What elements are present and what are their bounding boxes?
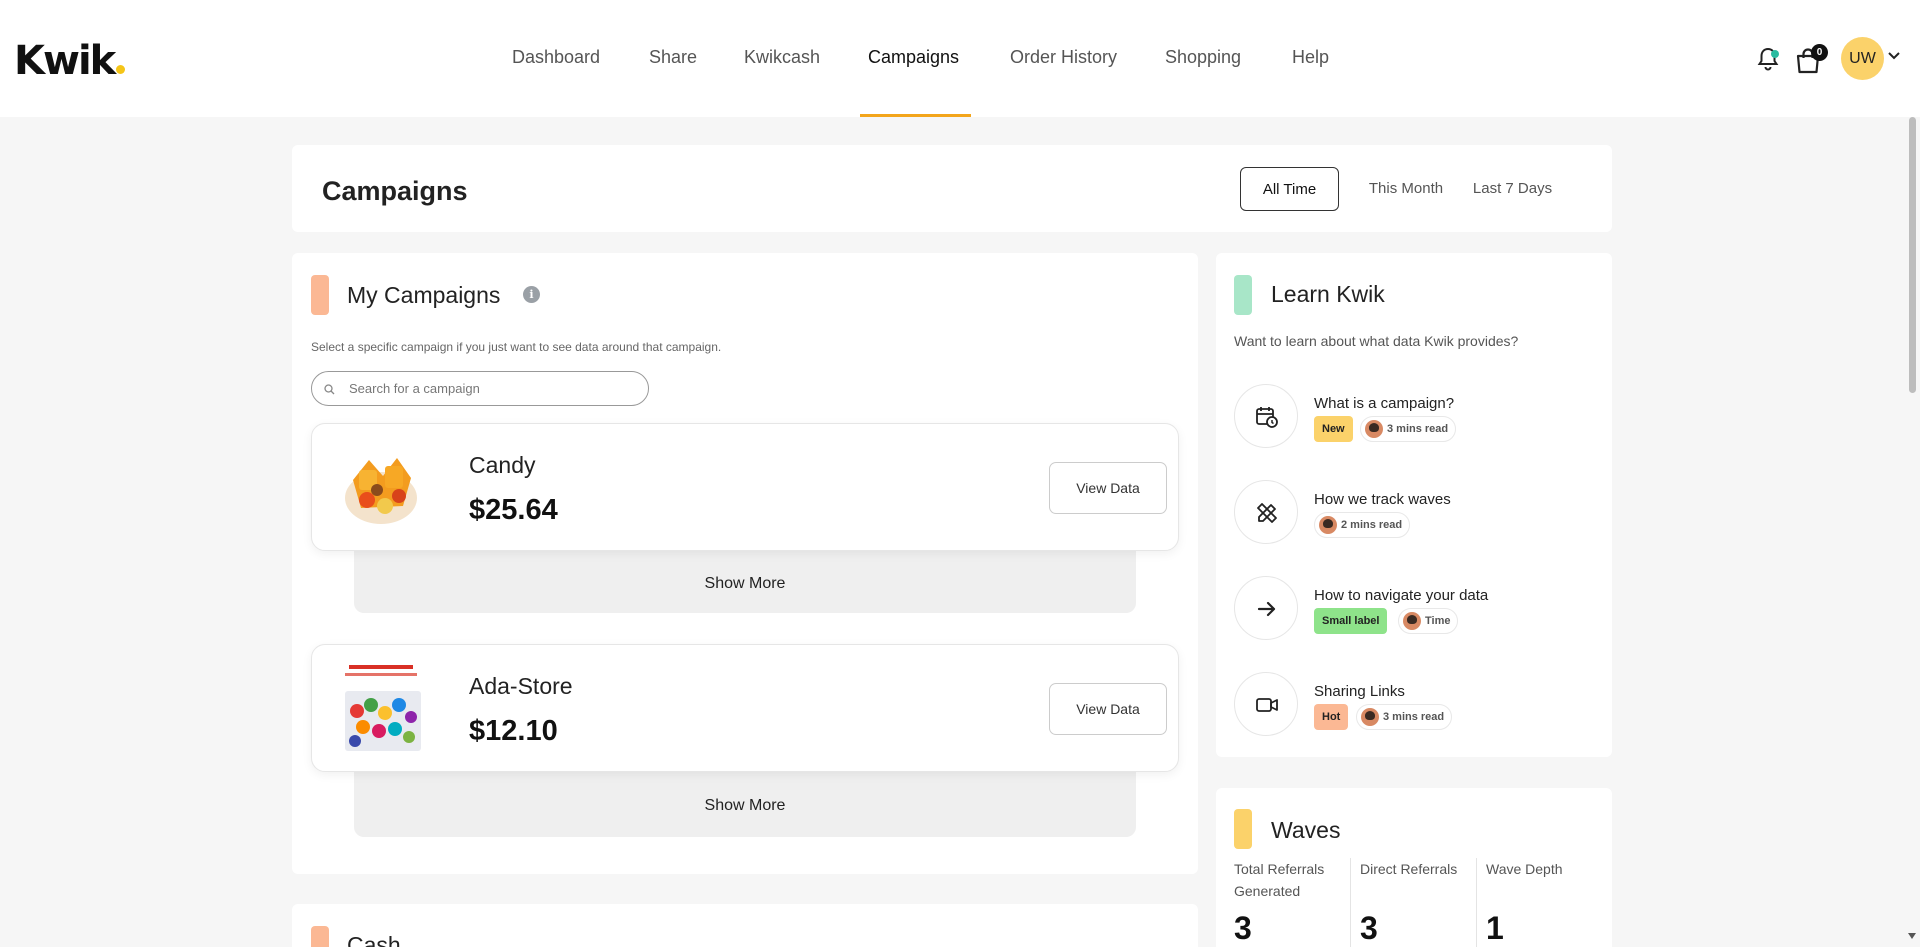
scrollbar-thumb[interactable]	[1909, 117, 1916, 393]
author-avatar	[1361, 708, 1379, 726]
arrow-right-icon	[1257, 601, 1276, 617]
search-icon	[324, 384, 335, 395]
small-label-tag: Small label	[1314, 608, 1388, 634]
learn-icon-circle	[1234, 480, 1298, 544]
learn-icon-circle	[1234, 672, 1298, 736]
campaign-name: Ada-Store	[469, 673, 573, 699]
view-data-button[interactable]: View Data	[1049, 462, 1167, 514]
campaign-search-field[interactable]	[311, 371, 649, 406]
ada-store-product-image	[339, 661, 423, 753]
cart-count-badge: 0	[1811, 44, 1828, 61]
campaign-card-ada-store[interactable]: Ada-Store $12.10 View Data	[311, 644, 1179, 772]
user-avatar[interactable]: UW	[1841, 37, 1884, 80]
stat-value-wave-depth: 1	[1486, 910, 1504, 946]
stat-divider	[1350, 858, 1351, 947]
nav-shopping[interactable]: Shopping	[1165, 47, 1241, 68]
read-time-pill: Time	[1398, 608, 1459, 634]
range-this-month-button[interactable]: This Month	[1362, 167, 1450, 211]
cash-title: Cash	[347, 932, 401, 947]
learn-item-sharing-links[interactable]: Sharing Links Hot 3 mins read	[1234, 672, 1574, 736]
author-avatar	[1319, 516, 1337, 534]
learn-kwik-marker	[1234, 275, 1252, 315]
waves-marker	[1234, 809, 1252, 849]
cash-marker	[311, 926, 329, 947]
learn-item-title: How to navigate your data	[1314, 587, 1489, 604]
campaign-amount: $12.10	[469, 715, 558, 747]
cash-card	[292, 904, 1198, 947]
nav-active-underline	[860, 114, 971, 117]
stat-value-direct-referrals: 3	[1360, 910, 1378, 946]
view-data-button[interactable]: View Data	[1049, 683, 1167, 735]
learn-kwik-title: Learn Kwik	[1271, 281, 1385, 307]
my-campaigns-marker	[311, 275, 329, 315]
learn-icon-circle	[1234, 384, 1298, 448]
hot-tag: Hot	[1314, 704, 1349, 730]
read-time: Time	[1425, 615, 1451, 627]
read-time-pill: 3 mins read	[1356, 704, 1453, 730]
my-campaigns-title: My Campaigns	[347, 282, 501, 308]
top-header: Kwik Dashboard Share Kwikcash Campaigns …	[0, 0, 1920, 117]
read-time: 3 mins read	[1387, 423, 1449, 435]
calendar-clock-icon	[1256, 407, 1278, 428]
campaign-search-input[interactable]	[349, 372, 639, 405]
author-avatar	[1365, 420, 1383, 438]
page-scrollbar[interactable]	[1904, 117, 1920, 947]
new-tag: New	[1314, 416, 1353, 442]
notifications-button[interactable]	[1756, 46, 1780, 77]
page-title: Campaigns	[322, 176, 468, 206]
notification-dot	[1771, 50, 1779, 58]
learn-item-title: What is a campaign?	[1314, 395, 1455, 412]
scroll-down-arrow-icon[interactable]	[1908, 933, 1916, 939]
waves-title: Waves	[1271, 817, 1341, 843]
info-icon[interactable]: i	[523, 286, 540, 303]
candy-product-image	[345, 458, 417, 524]
nav-campaigns[interactable]: Campaigns	[868, 47, 959, 68]
learn-item-title: How we track waves	[1314, 491, 1451, 508]
read-time-pill: 3 mins read	[1360, 416, 1457, 442]
nav-kwikcash[interactable]: Kwikcash	[744, 47, 820, 68]
range-all-time-button[interactable]: All Time	[1240, 167, 1339, 211]
learn-kwik-subtitle: Want to learn about what data Kwik provi…	[1234, 333, 1519, 349]
nav-share[interactable]: Share	[649, 47, 697, 68]
learn-item-title: Sharing Links	[1314, 683, 1405, 700]
nav-dashboard[interactable]: Dashboard	[512, 47, 600, 68]
video-icon	[1256, 698, 1278, 712]
read-time: 2 mins read	[1341, 519, 1403, 531]
nav-help[interactable]: Help	[1292, 47, 1329, 68]
learn-icon-circle	[1234, 576, 1298, 640]
learn-item-how-to-navigate[interactable]: How to navigate your data Small label Ti…	[1234, 576, 1574, 640]
stat-value-total-referrals: 3	[1234, 910, 1252, 946]
stat-label-direct-referrals: Direct Referrals	[1360, 861, 1458, 877]
stat-label-total-referrals: Total Referrals Generated	[1234, 861, 1325, 899]
read-time-pill: 2 mins read	[1314, 512, 1411, 538]
learn-item-how-we-track-waves[interactable]: How we track waves 2 mins read	[1234, 480, 1574, 544]
nav-order-history[interactable]: Order History	[1010, 47, 1117, 68]
learn-item-what-is-a-campaign[interactable]: What is a campaign? New 3 mins read	[1234, 384, 1574, 448]
author-avatar	[1403, 612, 1421, 630]
stat-label-wave-depth: Wave Depth	[1486, 861, 1563, 877]
campaign-amount: $25.64	[469, 494, 558, 526]
range-last-7-days-button[interactable]: Last 7 Days	[1468, 167, 1557, 211]
pencil-ruler-icon	[1257, 503, 1277, 523]
stat-divider	[1476, 858, 1477, 947]
campaign-hint-text: Select a specific campaign if you just w…	[311, 340, 722, 354]
main-nav: Dashboard Share Kwikcash Campaigns Order…	[0, 0, 1920, 117]
campaign-card-candy[interactable]: Candy $25.64 View Data	[311, 423, 1179, 551]
campaign-name: Candy	[469, 452, 536, 478]
read-time: 3 mins read	[1383, 711, 1445, 723]
chevron-down-icon[interactable]	[1888, 52, 1900, 60]
